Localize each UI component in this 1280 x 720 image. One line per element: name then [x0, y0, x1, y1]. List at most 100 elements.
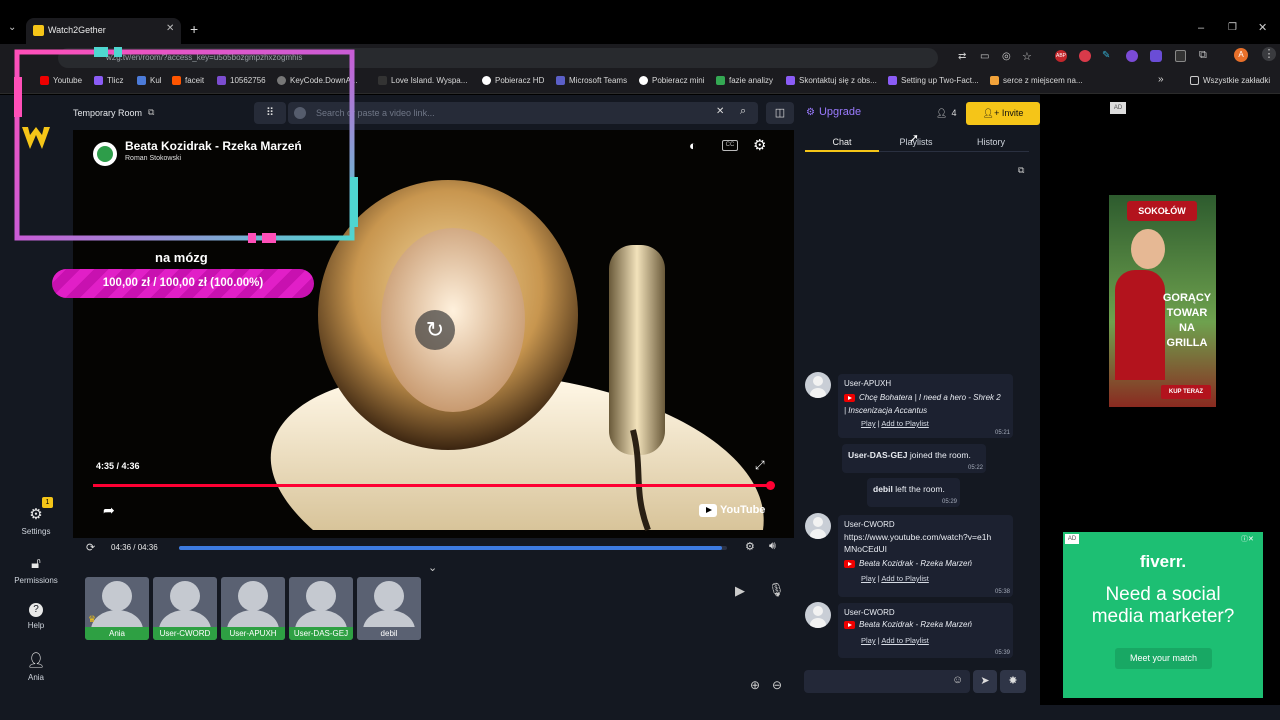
chat-input[interactable]: ☺: [804, 670, 970, 693]
bookmark-all[interactable]: Wszystkie zakładki: [1190, 76, 1270, 85]
avatar[interactable]: [805, 602, 831, 628]
collapse-chevron-icon[interactable]: ⌄: [428, 561, 437, 574]
cast-icon[interactable]: ▭: [980, 51, 989, 62]
send-icon: ➤: [980, 675, 990, 687]
chat-play-link[interactable]: Play: [861, 419, 876, 428]
chat-add-playlist-link[interactable]: Add to Playlist: [881, 574, 929, 583]
tab-list-icon[interactable]: ⌄: [8, 22, 16, 33]
extension-violet-icon[interactable]: [1150, 50, 1162, 62]
bookmark-skontaktuj[interactable]: Skontaktuj się z obs...: [786, 76, 877, 85]
player-progress-track[interactable]: [179, 546, 727, 550]
chat-play-link[interactable]: Play: [861, 636, 876, 645]
chat-add-playlist-link[interactable]: Add to Playlist: [881, 419, 929, 428]
bookmark-pobieracz-mini[interactable]: Pobieracz mini: [639, 76, 704, 85]
cam-tile-user-das-gej[interactable]: User-DAS-GEJ: [289, 577, 353, 640]
cam-tile-user-cword[interactable]: User-CWORD: [153, 577, 217, 640]
youtube-logo[interactable]: YouTube: [699, 502, 765, 518]
upgrade-label: Upgrade: [818, 106, 862, 118]
avatar[interactable]: [805, 372, 831, 398]
cam-name: debil: [357, 627, 421, 640]
contrast-icon[interactable]: ◐: [689, 138, 697, 153]
camera-icon[interactable]: ▶︎: [735, 583, 745, 599]
translate-icon[interactable]: ⇄: [958, 51, 966, 62]
extension-pen-icon[interactable]: ✎: [1102, 50, 1110, 61]
gear-icon: ⚙: [29, 506, 43, 523]
nav-permissions[interactable]: 🔓︎ Permissions: [0, 555, 72, 585]
bookmarks-more-icon[interactable]: »: [1158, 74, 1164, 85]
chat-url[interactable]: https://www.youtube.com/watch?v=e1hMNoCE…: [844, 531, 994, 555]
player-gear-icon[interactable]: ⚙: [745, 540, 755, 553]
tab-close-icon[interactable]: ✕: [166, 23, 174, 34]
chat-message: User-CWORD https://www.youtube.com/watch…: [838, 515, 1013, 597]
chat-add-playlist-link[interactable]: Add to Playlist: [881, 636, 929, 645]
microphone-icon[interactable]: 🎙︎: [768, 582, 785, 598]
browser-tab[interactable]: Watch2Gether ✕: [26, 18, 181, 44]
sync-icon[interactable]: ⟳: [86, 541, 95, 554]
restore-icon[interactable]: ❐: [1228, 22, 1237, 33]
nav-user[interactable]: 👤︎ Ania: [0, 651, 72, 682]
captions-icon[interactable]: CC: [722, 140, 738, 151]
bookmark-teams[interactable]: Microsoft Teams: [556, 76, 627, 85]
clear-search-icon[interactable]: ✕: [716, 106, 724, 117]
video-progress-track[interactable]: [93, 481, 776, 490]
popout-icon[interactable]: ⧉: [1018, 165, 1024, 176]
video-settings-gear-icon[interactable]: ⚙: [753, 136, 766, 154]
volume-icon[interactable]: 🔊︎: [769, 540, 776, 553]
tab-chat[interactable]: Chat: [805, 130, 879, 152]
sokolow-cta[interactable]: KUP TERAZ: [1161, 385, 1211, 399]
invite-button[interactable]: 👤︎+ Invite: [966, 102, 1040, 125]
adblock-icon[interactable]: ABP: [1055, 50, 1067, 62]
fiverr-ad[interactable]: AD ⓘ✕ fiverr. Need a social media market…: [1063, 532, 1263, 698]
extensions-puzzle-icon[interactable]: ⧉: [1199, 49, 1207, 62]
zoom-in-icon[interactable]: ⊕: [750, 678, 760, 692]
minimize-icon[interactable]: –: [1198, 22, 1204, 34]
layout-toggle-button[interactable]: ◫: [766, 102, 794, 124]
youtube-icon: [844, 620, 855, 629]
profile-avatar[interactable]: A: [1234, 48, 1248, 62]
bookmark-serce[interactable]: serce z miejscem na...: [990, 76, 1083, 85]
nav-settings-label: Settings: [21, 527, 51, 536]
window-close-icon[interactable]: ✕: [1258, 21, 1267, 34]
chat-username[interactable]: User-APUXH: [844, 379, 891, 388]
fullscreen-icon[interactable]: ⤢: [755, 458, 765, 473]
bookmark-star-icon[interactable]: ☆: [1022, 50, 1032, 63]
extension-dark-icon[interactable]: [1175, 50, 1186, 62]
chat-username[interactable]: User-CWORD: [844, 608, 895, 617]
search-input[interactable]: Search or paste a video link... ✕ ⌕: [288, 102, 758, 124]
bookmark-fazie-analizy[interactable]: fazie analizy: [716, 76, 773, 85]
chat-video-title: Beata Kozidrak - Rzeka Marzeń: [859, 620, 972, 629]
tab-history[interactable]: History: [953, 130, 1029, 152]
fiverr-cta-button[interactable]: Meet your match: [1115, 648, 1212, 669]
cam-tile-user-apuxh[interactable]: User-APUXH: [221, 577, 285, 640]
adchoices-icon[interactable]: ⓘ✕: [1241, 534, 1254, 544]
bookmark-pobieracz-hd[interactable]: Pobieracz HD: [482, 76, 544, 85]
nav-settings[interactable]: ⚙ Settings 1: [0, 497, 72, 536]
zoom-out-icon[interactable]: ⊖: [772, 678, 782, 692]
sokolow-ad[interactable]: SOKOŁÓW GORĄCY TOWAR NA GRILLA KUP TERAZ: [1109, 195, 1216, 407]
send-button[interactable]: ➤: [973, 670, 997, 693]
hide-icon[interactable]: ◎: [1002, 51, 1011, 62]
cam-tile-ania[interactable]: ♛ Ania: [85, 577, 149, 640]
fiverr-ad-label: AD: [1065, 534, 1079, 544]
search-icon[interactable]: ⌕: [740, 105, 746, 118]
chat-system-user[interactable]: User-DAS-GEJ: [848, 450, 908, 460]
extension-purple-icon[interactable]: [1126, 50, 1138, 62]
emoji-icon[interactable]: ☺: [952, 674, 963, 686]
users-count[interactable]: 👤︎ 4: [936, 108, 956, 119]
bookmark-love-island[interactable]: Love Island. Wyspa...: [378, 76, 467, 85]
replay-icon[interactable]: ↻: [415, 310, 455, 350]
upgrade-link[interactable]: ⚙ Upgrade: [806, 106, 861, 118]
share-icon[interactable]: ➦: [103, 502, 115, 519]
chat-username[interactable]: User-CWORD: [844, 520, 895, 529]
effects-button[interactable]: ✸: [1000, 670, 1026, 693]
cam-tile-debil[interactable]: debil: [357, 577, 421, 640]
extension-red-icon[interactable]: [1079, 50, 1091, 62]
new-tab-button[interactable]: +: [190, 21, 198, 37]
chat-play-link[interactable]: Play: [861, 574, 876, 583]
chat-system-user[interactable]: debil: [873, 484, 893, 494]
nav-help[interactable]: ? Help: [0, 603, 72, 630]
bookmark-two-factor[interactable]: Setting up Two-Fact...: [888, 76, 979, 85]
avatar[interactable]: [805, 513, 831, 539]
split-layout-icon: ◫: [774, 107, 786, 119]
browser-menu-icon[interactable]: ⋮: [1262, 47, 1276, 61]
